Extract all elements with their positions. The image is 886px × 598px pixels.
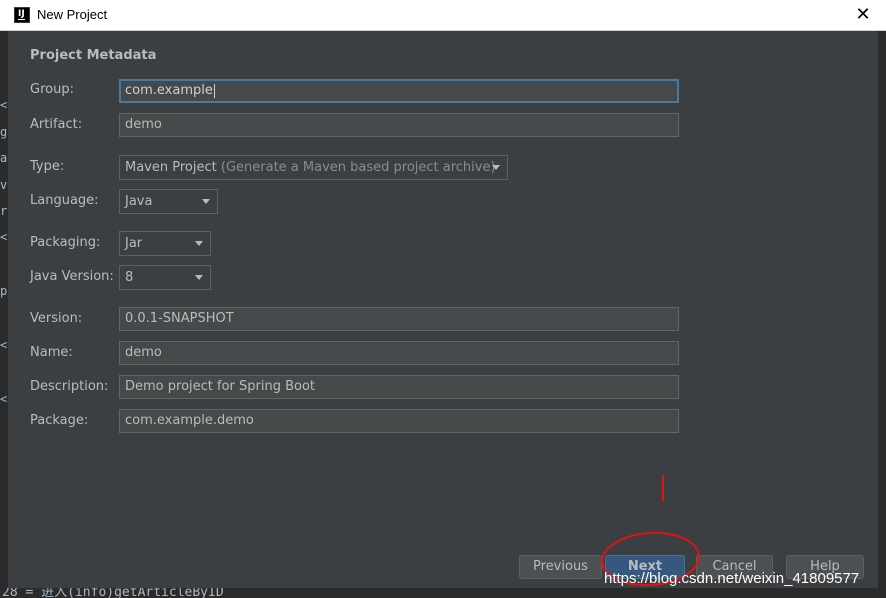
language-label: Language: [30,193,99,208]
annotation-stroke [662,475,664,501]
window-title: New Project [37,7,108,22]
name-input[interactable]: demo [119,341,679,365]
window-titlebar[interactable]: IJ New Project ✕ [0,0,886,31]
java-version-select[interactable]: 8 [119,265,211,290]
chevron-down-icon [202,199,210,204]
type-value: Maven Project [125,160,217,175]
group-input[interactable]: com.example [119,79,679,103]
description-label: Description: [30,379,109,394]
packaging-select[interactable]: Jar [119,231,211,256]
close-icon[interactable]: ✕ [848,0,878,30]
packaging-value: Jar [125,236,143,251]
group-value: com.example [125,83,213,98]
language-select[interactable]: Java [119,189,218,214]
background-editor: < g a v r < p < < [0,30,8,598]
previous-button[interactable]: Previous [519,555,602,579]
editor-glyph: p [0,284,8,298]
package-label: Package: [30,413,89,428]
watermark: https://blog.csdn.net/weixin_41809577 [604,570,860,587]
intellij-app-icon: IJ [14,7,30,23]
java-version-label: Java Version: [30,269,114,284]
java-version-value: 8 [125,270,134,285]
editor-glyph: < [0,392,8,406]
artifact-input[interactable]: demo [119,113,679,137]
chevron-down-icon [195,275,203,280]
app-icon-letters: IJ [18,9,25,19]
editor-glyph: < [0,98,8,112]
description-input[interactable]: Demo project for Spring Boot [119,375,679,399]
type-hint: (Generate a Maven based project archive) [220,160,496,175]
name-label: Name: [30,345,73,360]
language-value: Java [125,194,153,209]
text-caret [213,83,215,98]
section-title: Project Metadata [30,48,157,63]
chevron-down-icon [492,165,500,170]
new-project-dialog: Project Metadata Group: com.example Arti… [8,31,878,588]
chevron-down-icon [195,241,203,246]
editor-glyph: < [0,230,8,244]
version-label: Version: [30,311,83,326]
editor-glyph: < [0,338,8,352]
editor-glyph: v [0,178,8,192]
artifact-label: Artifact: [30,117,83,132]
group-label: Group: [30,82,74,97]
version-input[interactable]: 0.0.1-SNAPSHOT [119,307,679,331]
editor-glyph: a [0,151,8,165]
editor-code-line: 28 = 进入(info)getArticleByID [0,588,886,598]
type-label: Type: [30,159,65,174]
package-input[interactable]: com.example.demo [119,409,679,433]
packaging-label: Packaging: [30,235,101,250]
type-select[interactable]: Maven Project (Generate a Maven based pr… [119,155,508,180]
editor-glyph: g [0,125,8,139]
editor-glyph: r [0,204,8,218]
